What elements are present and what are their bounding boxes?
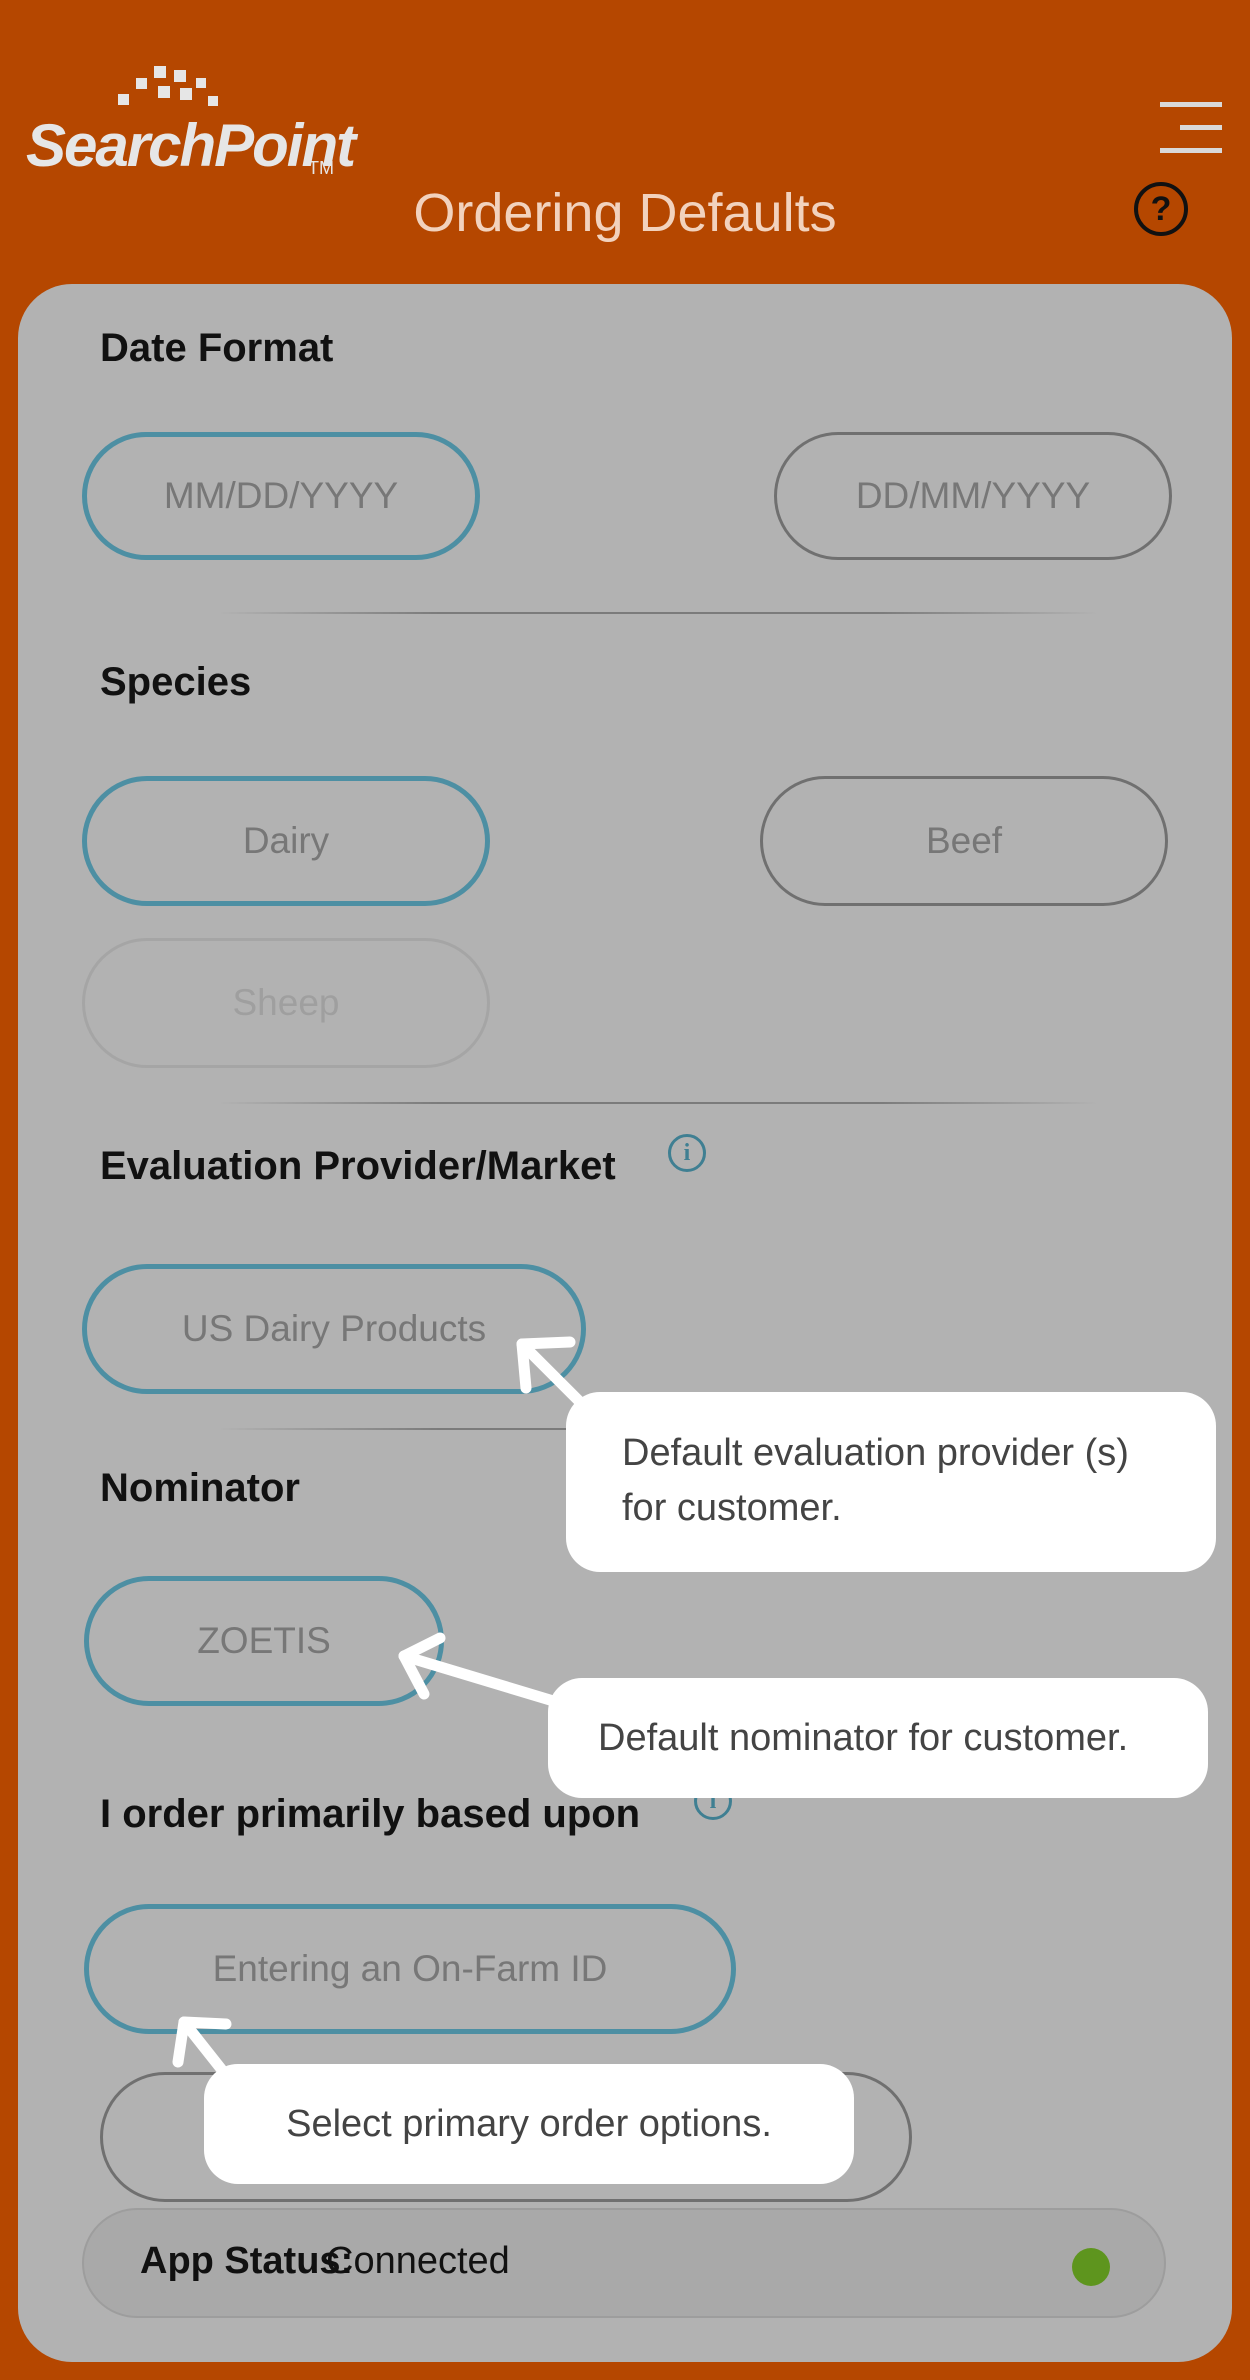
tooltip-evaluation-text: Default evaluation provider (s) for cust… xyxy=(622,1432,1129,1529)
species-option-beef[interactable]: Beef xyxy=(760,776,1168,906)
nominator-heading: Nominator xyxy=(100,1466,300,1510)
species-option-sheep: Sheep xyxy=(82,938,490,1068)
species-option-label: Beef xyxy=(925,820,1003,861)
logo-trademark: TM xyxy=(308,158,334,178)
evaluation-option-label: US Dairy Products xyxy=(181,1308,487,1349)
nominator-option-label: ZOETIS xyxy=(197,1620,331,1661)
species-option-label: Sheep xyxy=(232,982,340,1023)
tooltip-nominator[interactable]: Default nominator for customer. xyxy=(548,1678,1208,1798)
tooltip-order-text: Select primary order options. xyxy=(286,2102,772,2145)
evaluation-info-icon[interactable]: i xyxy=(668,1134,706,1172)
searchpoint-logo: SearchPoint TM xyxy=(26,64,356,194)
species-option-label: Dairy xyxy=(242,820,330,861)
app-status-value: Connected xyxy=(326,2240,510,2282)
date-format-heading: Date Format xyxy=(100,326,334,370)
species-heading: Species xyxy=(100,660,252,704)
help-button[interactable]: ? xyxy=(1134,182,1188,236)
evaluation-provider-heading: Evaluation Provider/Market xyxy=(100,1144,616,1188)
logo-wordmark: SearchPoint xyxy=(26,112,356,179)
nominator-option-zoetis[interactable]: ZOETIS xyxy=(84,1576,444,1706)
section-divider xyxy=(218,612,1098,614)
ordering-defaults-panel: Date Format MM/DD/YYYY DD/MM/YYYY Specie… xyxy=(18,284,1232,2362)
status-indicator-icon xyxy=(1072,2248,1110,2286)
tooltip-evaluation-provider[interactable]: Default evaluation provider (s) for cust… xyxy=(566,1392,1216,1572)
order-basis-heading: I order primarily based upon xyxy=(100,1792,641,1836)
species-option-dairy[interactable]: Dairy xyxy=(82,776,490,906)
order-option-label: Entering an On-Farm ID xyxy=(212,1948,608,1989)
hamburger-menu-icon[interactable] xyxy=(1158,100,1224,156)
date-format-option-label: DD/MM/YYYY xyxy=(855,475,1091,516)
section-divider xyxy=(218,1102,1098,1104)
date-format-option-ddmmyyyy[interactable]: DD/MM/YYYY xyxy=(774,432,1172,560)
date-format-option-mmddyyyy[interactable]: MM/DD/YYYY xyxy=(82,432,480,560)
evaluation-option-us-dairy-products[interactable]: US Dairy Products xyxy=(82,1264,586,1394)
question-mark-icon: ? xyxy=(1150,190,1172,228)
tooltip-nominator-text: Default nominator for customer. xyxy=(598,1716,1129,1759)
date-format-option-label: MM/DD/YYYY xyxy=(163,475,399,516)
order-option-on-farm-id[interactable]: Entering an On-Farm ID xyxy=(84,1904,736,2034)
app-status-label: App Status: xyxy=(140,2240,354,2282)
tooltip-order-options[interactable]: Select primary order options. xyxy=(204,2064,854,2184)
app-status-bar: App Status: Connected xyxy=(82,2208,1166,2318)
page-title: Ordering Defaults xyxy=(413,183,837,243)
